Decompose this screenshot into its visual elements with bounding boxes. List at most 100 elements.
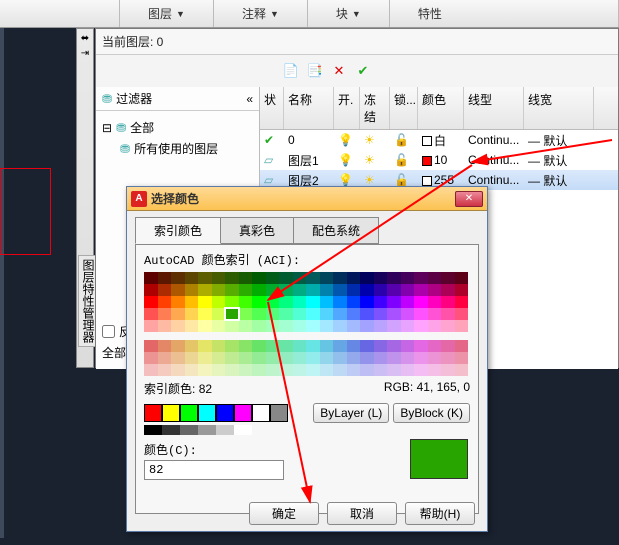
palette-cell[interactable] (171, 308, 185, 320)
palette-cell[interactable] (144, 284, 158, 296)
std-magenta[interactable] (234, 404, 252, 422)
palette-cell[interactable] (374, 352, 388, 364)
palette-cell[interactable] (185, 272, 199, 284)
palette-cell[interactable] (414, 364, 428, 376)
tree-root[interactable]: ⊟⛃全部 (100, 117, 255, 138)
palette-cell[interactable] (252, 308, 266, 320)
palette-cell[interactable] (239, 284, 253, 296)
std-gray[interactable] (270, 404, 288, 422)
help-button[interactable]: 帮助(H) (405, 502, 475, 525)
palette-cell[interactable] (185, 364, 199, 376)
palette-cell[interactable] (212, 296, 226, 308)
palette-cell[interactable] (374, 320, 388, 332)
palette-cell[interactable] (360, 272, 374, 284)
palette-cell[interactable] (387, 340, 401, 352)
palette-cell[interactable] (360, 308, 374, 320)
collapse-icon[interactable]: « (246, 92, 253, 106)
col-lw[interactable]: 线宽 (524, 87, 594, 129)
palette-cell[interactable] (320, 352, 334, 364)
tree-child-used[interactable]: ⛃所有使用的图层 (100, 138, 255, 159)
palette-cell[interactable] (360, 296, 374, 308)
tab-true-color[interactable]: 真彩色 (220, 217, 294, 244)
palette-cell[interactable] (347, 352, 361, 364)
palette-cell[interactable] (387, 272, 401, 284)
palette-cell[interactable] (171, 320, 185, 332)
palette-cell[interactable] (279, 320, 293, 332)
palette-cell[interactable] (320, 296, 334, 308)
palette-cell[interactable] (347, 320, 361, 332)
palette-cell[interactable] (441, 364, 455, 376)
palette-cell[interactable] (252, 320, 266, 332)
palette-cell[interactable] (360, 340, 374, 352)
palette-cell[interactable] (333, 284, 347, 296)
palette-cell[interactable] (293, 284, 307, 296)
palette-cell[interactable] (158, 296, 172, 308)
palette-cell[interactable] (401, 340, 415, 352)
palette-cell[interactable] (428, 364, 442, 376)
gray-swatch[interactable] (198, 425, 216, 435)
palette-cell[interactable] (144, 308, 158, 320)
palette-cell[interactable] (320, 308, 334, 320)
palette-cell[interactable] (333, 340, 347, 352)
palette-cell[interactable] (360, 364, 374, 376)
palette-cell[interactable] (252, 272, 266, 284)
palette-cell[interactable] (401, 296, 415, 308)
palette-cell[interactable] (401, 272, 415, 284)
tab-color-books[interactable]: 配色系统 (293, 217, 379, 244)
palette-cell[interactable] (387, 320, 401, 332)
palette-cell[interactable] (441, 352, 455, 364)
palette-cell[interactable] (212, 352, 226, 364)
palette-cell[interactable] (185, 308, 199, 320)
ribbon-group-layer[interactable]: 图层▼ (120, 0, 214, 27)
set-current-icon[interactable]: ✔ (354, 62, 372, 80)
palette-cell[interactable] (158, 340, 172, 352)
ribbon-group-props[interactable]: 特性 (390, 0, 619, 27)
palette-cell[interactable] (306, 296, 320, 308)
palette-cell[interactable] (455, 364, 469, 376)
palette-cell[interactable] (252, 340, 266, 352)
pin2-icon[interactable]: ⇥ (81, 48, 89, 59)
palette-cell[interactable] (279, 308, 293, 320)
palette-cell[interactable] (360, 320, 374, 332)
palette-cell[interactable] (185, 320, 199, 332)
palette-cell[interactable] (144, 352, 158, 364)
palette-cell[interactable] (306, 352, 320, 364)
aci-palette[interactable] (144, 272, 468, 376)
cancel-button[interactable]: 取消 (327, 502, 397, 525)
palette-cell[interactable] (455, 352, 469, 364)
palette-cell[interactable] (171, 364, 185, 376)
col-on[interactable]: 开. (334, 87, 360, 129)
palette-cell[interactable] (144, 296, 158, 308)
palette-cell[interactable] (455, 284, 469, 296)
palette-cell[interactable] (333, 272, 347, 284)
palette-cell[interactable] (225, 340, 239, 352)
col-ltype[interactable]: 线型 (464, 87, 524, 129)
palette-cell[interactable] (225, 320, 239, 332)
palette-cell[interactable] (306, 340, 320, 352)
palette-cell[interactable] (414, 352, 428, 364)
palette-cell[interactable] (198, 364, 212, 376)
palette-cell[interactable] (428, 320, 442, 332)
std-cyan[interactable] (198, 404, 216, 422)
std-blue[interactable] (216, 404, 234, 422)
palette-cell[interactable] (198, 272, 212, 284)
palette-cell[interactable] (252, 284, 266, 296)
palette-cell[interactable] (252, 364, 266, 376)
palette-cell[interactable] (266, 364, 280, 376)
palette-cell[interactable] (212, 308, 226, 320)
palette-cell[interactable] (374, 364, 388, 376)
new-layer-icon[interactable]: 📄 (282, 62, 300, 80)
palette-cell[interactable] (414, 296, 428, 308)
palette-cell[interactable] (171, 284, 185, 296)
palette-cell[interactable] (347, 296, 361, 308)
palette-cell[interactable] (441, 296, 455, 308)
layer-row[interactable]: ▱图层1💡☀🔓10Continu...— 默认 (260, 150, 618, 170)
ok-button[interactable]: 确定 (249, 502, 319, 525)
palette-cell[interactable] (293, 364, 307, 376)
std-yellow[interactable] (162, 404, 180, 422)
col-status[interactable]: 状 (260, 87, 284, 129)
palette-cell[interactable] (441, 320, 455, 332)
palette-cell[interactable] (374, 308, 388, 320)
ribbon-group-block[interactable]: 块▼ (308, 0, 390, 27)
palette-cell[interactable] (266, 284, 280, 296)
